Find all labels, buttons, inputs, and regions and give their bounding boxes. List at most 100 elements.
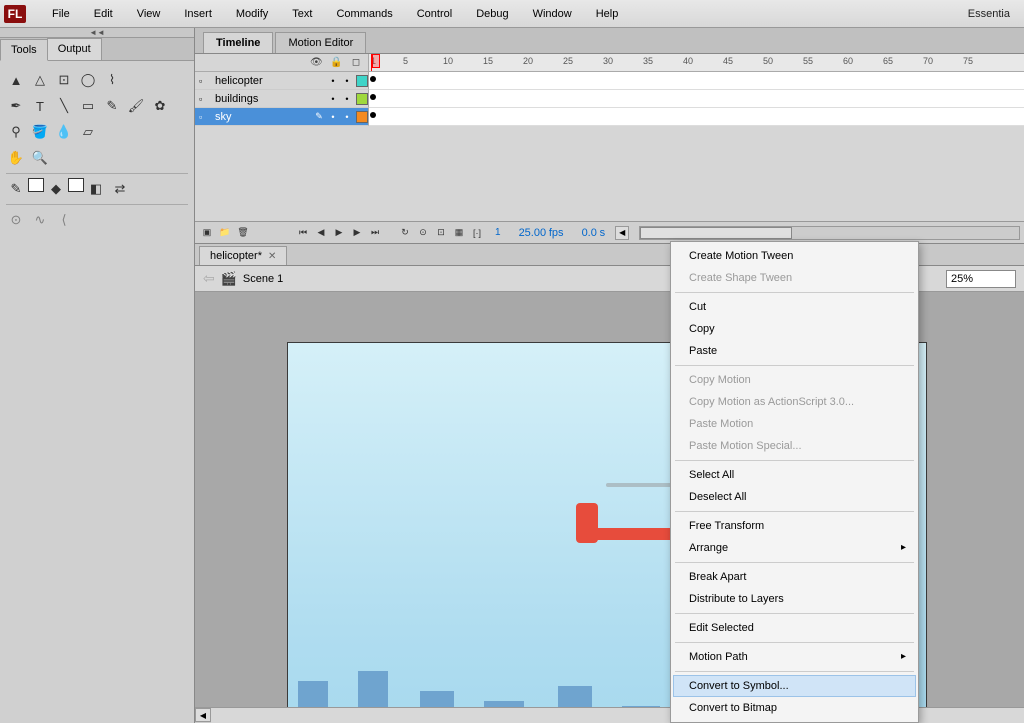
menu-help[interactable]: Help [584, 4, 631, 24]
scroll-left-arrow[interactable]: ◀ [195, 708, 211, 722]
swap-colors-icon[interactable]: ⇄ [108, 178, 132, 200]
text-tool[interactable]: T [28, 95, 52, 117]
lasso-tool[interactable]: ⌇ [100, 69, 124, 91]
bone-tool[interactable]: ⚲ [4, 121, 28, 143]
menu-commands[interactable]: Commands [324, 4, 404, 24]
snap-tool[interactable]: ⊙ [4, 209, 28, 231]
subselection-tool[interactable]: △ [28, 69, 52, 91]
frame-ruler[interactable]: 1 5 10 15 20 25 30 35 40 45 50 55 60 65 … [369, 54, 1024, 71]
line-tool[interactable]: ╲ [52, 95, 76, 117]
stroke-color-swatch[interactable] [28, 178, 44, 192]
menu-view[interactable]: View [125, 4, 173, 24]
smooth-tool[interactable]: ∿ [28, 209, 52, 231]
cm-select-all[interactable]: Select All [673, 464, 916, 486]
cm-cut[interactable]: Cut [673, 296, 916, 318]
layer-color-swatch[interactable] [356, 93, 368, 105]
timeline-scroll-left[interactable]: ◀ [615, 226, 629, 240]
zoom-tool[interactable]: 🔍 [28, 147, 52, 169]
deco-tool[interactable]: ✿ [148, 95, 172, 117]
cm-convert-to-bitmap[interactable]: Convert to Bitmap [673, 697, 916, 719]
free-transform-tool[interactable]: ⊡ [52, 69, 76, 91]
loop-button[interactable]: ↻ [397, 225, 413, 241]
menu-file[interactable]: File [40, 4, 82, 24]
menu-insert[interactable]: Insert [172, 4, 224, 24]
cm-convert-to-symbol[interactable]: Convert to Symbol... [673, 675, 916, 697]
pencil-tool[interactable]: ✎ [100, 95, 124, 117]
new-layer-button[interactable]: ▣ [199, 225, 215, 241]
tab-tools[interactable]: Tools [0, 39, 48, 61]
layer-visibility-dot[interactable]: • [328, 112, 338, 122]
fill-color-swatch[interactable] [68, 178, 84, 192]
cm-free-transform[interactable]: Free Transform [673, 515, 916, 537]
keyframe-icon[interactable] [370, 76, 376, 82]
tab-motion-editor[interactable]: Motion Editor [275, 32, 366, 53]
layer-lock-dot[interactable]: • [342, 76, 352, 86]
paint-bucket-tool[interactable]: 🪣 [28, 121, 52, 143]
brush-tool[interactable]: 🖌 [124, 95, 148, 117]
rectangle-tool[interactable]: ▭ [76, 95, 100, 117]
fill-color-icon[interactable]: ◆ [44, 178, 68, 200]
last-frame-button[interactable]: ⏭ [367, 225, 383, 241]
eraser-tool[interactable]: ▱ [76, 121, 100, 143]
layer-name[interactable]: helicopter [215, 75, 324, 87]
onion-skin-button[interactable]: ⊙ [415, 225, 431, 241]
new-folder-button[interactable]: 📁 [217, 225, 233, 241]
layer-visibility-dot[interactable]: • [328, 76, 338, 86]
layer-frames[interactable] [369, 90, 1024, 108]
layer-visibility-dot[interactable]: • [328, 94, 338, 104]
menu-window[interactable]: Window [521, 4, 584, 24]
zoom-input[interactable] [946, 270, 1016, 288]
menu-control[interactable]: Control [405, 4, 464, 24]
cm-distribute-to-layers[interactable]: Distribute to Layers [673, 588, 916, 610]
black-white-icon[interactable]: ◧ [84, 178, 108, 200]
hand-tool[interactable]: ✋ [4, 147, 28, 169]
cm-motion-path[interactable]: Motion Path [673, 646, 916, 668]
3d-rotation-tool[interactable]: ◯ [76, 69, 100, 91]
timeline-scrollbar[interactable] [639, 226, 1020, 240]
tab-timeline[interactable]: Timeline [203, 32, 273, 53]
menu-debug[interactable]: Debug [464, 4, 520, 24]
onion-skin-outlines-button[interactable]: ⊡ [433, 225, 449, 241]
stroke-color-icon[interactable]: ✎ [4, 178, 28, 200]
outline-icon[interactable]: ◻ [350, 57, 362, 68]
layer-lock-dot[interactable]: • [342, 94, 352, 104]
workspace-selector[interactable]: Essentia [958, 4, 1020, 24]
layer-row[interactable]: ▫ helicopter • • [195, 72, 1024, 90]
cm-deselect-all[interactable]: Deselect All [673, 486, 916, 508]
menu-modify[interactable]: Modify [224, 4, 280, 24]
eye-icon[interactable]: 👁 [310, 57, 322, 68]
cm-arrange[interactable]: Arrange [673, 537, 916, 559]
pen-tool[interactable]: ✒ [4, 95, 28, 117]
layer-color-swatch[interactable] [356, 111, 368, 123]
edit-multiple-frames-button[interactable]: ▦ [451, 225, 467, 241]
close-icon[interactable]: ✕ [268, 251, 276, 262]
document-tab[interactable]: helicopter* ✕ [199, 246, 287, 265]
tab-output[interactable]: Output [47, 38, 102, 60]
next-frame-button[interactable]: ▶ [349, 225, 365, 241]
back-arrow-icon[interactable]: ⇦ [203, 270, 215, 287]
lock-icon[interactable]: 🔒 [330, 57, 342, 68]
modify-markers-button[interactable]: [·] [469, 225, 485, 241]
play-button[interactable]: ▶ [331, 225, 347, 241]
cm-create-motion-tween[interactable]: Create Motion Tween [673, 245, 916, 267]
cm-paste[interactable]: Paste [673, 340, 916, 362]
panel-collapse-toggle[interactable]: ◄◄ [0, 28, 194, 38]
cm-copy[interactable]: Copy [673, 318, 916, 340]
selection-tool[interactable]: ▲ [4, 69, 28, 91]
keyframe-icon[interactable] [370, 112, 376, 118]
scene-label[interactable]: Scene 1 [243, 273, 283, 285]
layer-name[interactable]: sky [215, 111, 310, 123]
first-frame-button[interactable]: ⏮ [295, 225, 311, 241]
keyframe-icon[interactable] [370, 94, 376, 100]
cm-break-apart[interactable]: Break Apart [673, 566, 916, 588]
layer-color-swatch[interactable] [356, 75, 368, 87]
straighten-tool[interactable]: ⟨ [52, 209, 76, 231]
eyedropper-tool[interactable]: 💧 [52, 121, 76, 143]
cm-edit-selected[interactable]: Edit Selected [673, 617, 916, 639]
menu-edit[interactable]: Edit [82, 4, 125, 24]
layer-row[interactable]: ▫ sky ✎ • • [195, 108, 1024, 126]
layer-pencil-icon[interactable]: ✎ [314, 111, 324, 122]
layer-lock-dot[interactable]: • [342, 112, 352, 122]
layer-frames[interactable] [369, 108, 1024, 126]
layer-frames[interactable] [369, 72, 1024, 90]
